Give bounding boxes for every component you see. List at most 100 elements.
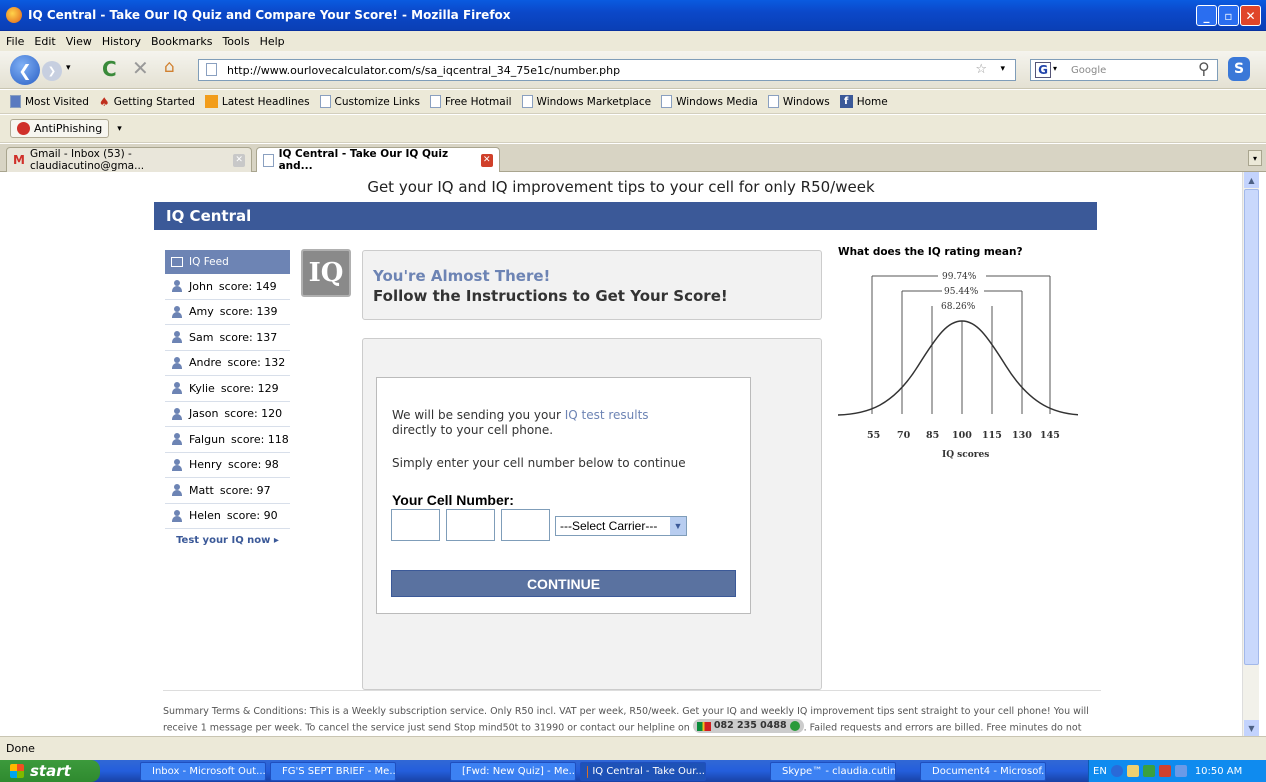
feed-name: John bbox=[189, 279, 213, 293]
bookmark-home[interactable]: f Home bbox=[839, 95, 888, 108]
stop-icon[interactable]: ✕ bbox=[132, 56, 149, 80]
bookmark-windows[interactable]: Windows bbox=[767, 95, 830, 108]
bookmark-windows-marketplace[interactable]: Windows Marketplace bbox=[521, 95, 651, 108]
feed-score: score: 97 bbox=[219, 483, 271, 497]
menu-history[interactable]: History bbox=[102, 35, 141, 48]
bookmark-windows-media[interactable]: Windows Media bbox=[661, 95, 758, 108]
tray-network-icon[interactable] bbox=[1142, 765, 1155, 777]
test-link-label: Test your IQ now bbox=[176, 535, 271, 546]
page-icon bbox=[263, 153, 274, 167]
page-content: Get your IQ and IQ improvement tips to y… bbox=[0, 172, 1242, 736]
feed-name: Falgun bbox=[189, 432, 226, 446]
minimize-button[interactable]: _ bbox=[1196, 5, 1217, 26]
task-fwd-new-quiz[interactable]: [Fwd: New Quiz] - Me... bbox=[450, 762, 576, 781]
feed-name: Kylie bbox=[189, 381, 215, 395]
task-skype[interactable]: Skype™ - claudia.cutino bbox=[770, 762, 896, 781]
iq-feed: IQ Feed John score: 149 Amy score: 139 Sam… bbox=[165, 250, 290, 546]
task-fg-brief[interactable]: FG'S SEPT BRIEF - Me... bbox=[270, 762, 396, 781]
search-input[interactable]: G ▾ Google bbox=[1030, 59, 1218, 81]
skype-addon-icon[interactable]: S bbox=[1228, 57, 1250, 81]
bookmark-star-icon[interactable]: ☆ bbox=[975, 62, 987, 77]
menu-help[interactable]: Help bbox=[260, 35, 285, 48]
url-bar[interactable]: http://www.ourlovecalculator.com/s/sa_iq… bbox=[198, 59, 1016, 81]
iq-results-link[interactable]: IQ test results bbox=[565, 408, 649, 422]
range-label-9974: 99.74% bbox=[942, 272, 977, 282]
antiphishing-button[interactable]: AntiPhishing bbox=[10, 119, 110, 138]
feed-item: John score: 149 bbox=[165, 274, 290, 300]
feed-item: Falgun score: 118 bbox=[165, 427, 290, 453]
maximize-button[interactable]: ▫ bbox=[1218, 5, 1239, 26]
test-iq-link[interactable]: Test your IQ now ▸ bbox=[165, 535, 290, 546]
helpline-badge[interactable]: 082 235 0488 bbox=[692, 719, 804, 733]
tray-alert-icon[interactable] bbox=[1158, 765, 1171, 777]
tick-115: 115 bbox=[982, 430, 1002, 441]
task-label: IQ Central - Take Our... bbox=[592, 766, 705, 777]
bookmark-most-visited[interactable]: Most Visited bbox=[10, 95, 89, 108]
feed-item: Andre score: 132 bbox=[165, 351, 290, 376]
antiphishing-label: AntiPhishing bbox=[34, 122, 103, 135]
menu-tools[interactable]: Tools bbox=[222, 35, 249, 48]
task-iq-central[interactable]: IQ Central - Take Our... bbox=[580, 762, 706, 781]
start-button[interactable]: start bbox=[0, 760, 100, 782]
home-icon[interactable]: ⌂ bbox=[164, 57, 175, 77]
bookmark-customize-links[interactable]: Customize Links bbox=[319, 95, 420, 108]
scroll-up-icon[interactable]: ▲ bbox=[1244, 172, 1259, 188]
tab-iq-central[interactable]: IQ Central - Take Our IQ Quiz and... ✕ bbox=[256, 147, 500, 172]
continue-button[interactable]: CONTINUE bbox=[391, 570, 736, 597]
page-icon bbox=[429, 95, 441, 108]
search-engine-dropdown-icon[interactable]: ▾ bbox=[1053, 64, 1057, 73]
windows-taskbar: start Inbox - Microsoft Out... FG'S SEPT… bbox=[0, 760, 1266, 782]
menu-bookmarks[interactable]: Bookmarks bbox=[151, 35, 212, 48]
feed-name: Jason bbox=[189, 407, 219, 421]
feed-score: score: 98 bbox=[228, 458, 279, 472]
bookmarks-bar: Most Visited ♠ Getting Started Latest Hea… bbox=[0, 90, 1266, 114]
url-dropdown-icon[interactable]: ▾ bbox=[1000, 64, 1005, 74]
feed-name: Henry bbox=[189, 458, 223, 472]
bookmark-label: Most Visited bbox=[25, 95, 89, 108]
feed-score: score: 149 bbox=[218, 279, 277, 293]
forward-button[interactable]: ❯ bbox=[42, 61, 62, 81]
tab-close-icon[interactable]: ✕ bbox=[233, 153, 245, 167]
tab-gmail[interactable]: M Gmail - Inbox (53) - claudiacutino@gma… bbox=[6, 147, 252, 172]
menu-view[interactable]: View bbox=[66, 35, 92, 48]
tray-volume-icon[interactable] bbox=[1174, 765, 1187, 777]
bookmark-latest-headlines[interactable]: Latest Headlines bbox=[204, 95, 310, 108]
gmail-icon: M bbox=[13, 153, 25, 167]
task-outlook-inbox[interactable]: Inbox - Microsoft Out... bbox=[140, 762, 266, 781]
language-indicator[interactable]: EN bbox=[1093, 766, 1107, 777]
arrow-right-icon: ▸ bbox=[273, 535, 279, 546]
page-icon bbox=[206, 63, 217, 76]
vertical-scrollbar[interactable]: ▲ ▼ bbox=[1242, 172, 1259, 736]
close-button[interactable]: ✕ bbox=[1240, 5, 1261, 26]
antiphishing-dropdown-icon[interactable]: ▾ bbox=[117, 124, 122, 134]
cell-prefix-input[interactable] bbox=[391, 509, 440, 541]
back-button[interactable]: ❮ bbox=[10, 55, 40, 85]
task-label: Inbox - Microsoft Out... bbox=[152, 766, 266, 777]
almost-title: You're Almost There! bbox=[373, 267, 551, 285]
cell-middle-input[interactable] bbox=[446, 509, 495, 541]
menu-bar: File Edit View History Bookmarks Tools H… bbox=[0, 31, 1266, 51]
tab-list-button[interactable]: ▾ bbox=[1248, 150, 1262, 166]
tray-mail-icon[interactable] bbox=[1126, 765, 1139, 777]
task-word-document[interactable]: Document4 - Microsof... bbox=[920, 762, 1046, 781]
scroll-down-icon[interactable]: ▼ bbox=[1244, 720, 1259, 736]
form-panel: We will be sending you your IQ test resu… bbox=[362, 338, 822, 690]
tab-bar: M Gmail - Inbox (53) - claudiacutino@gma… bbox=[0, 144, 1266, 172]
rss-icon bbox=[204, 95, 218, 108]
bookmark-getting-started[interactable]: ♠ Getting Started bbox=[99, 95, 195, 109]
cell-suffix-input[interactable] bbox=[501, 509, 550, 541]
reload-icon[interactable]: C bbox=[102, 57, 117, 81]
scroll-thumb[interactable] bbox=[1244, 189, 1259, 665]
search-icon[interactable]: ⚲ bbox=[1198, 59, 1210, 78]
carrier-select[interactable]: ---Select Carrier--- ▼ bbox=[555, 516, 687, 536]
bookmark-label: Home bbox=[856, 95, 888, 108]
history-dropdown-icon[interactable]: ▾ bbox=[66, 63, 71, 73]
tray-arrow-icon[interactable] bbox=[1110, 765, 1123, 777]
simply-text: Simply enter your cell number below to c… bbox=[392, 456, 686, 470]
menu-file[interactable]: File bbox=[6, 35, 24, 48]
task-label: FG'S SEPT BRIEF - Me... bbox=[282, 766, 396, 777]
tab-close-icon[interactable]: ✕ bbox=[480, 153, 493, 167]
task-label: Document4 - Microsof... bbox=[932, 766, 1046, 777]
bookmark-free-hotmail[interactable]: Free Hotmail bbox=[429, 95, 512, 108]
menu-edit[interactable]: Edit bbox=[34, 35, 55, 48]
